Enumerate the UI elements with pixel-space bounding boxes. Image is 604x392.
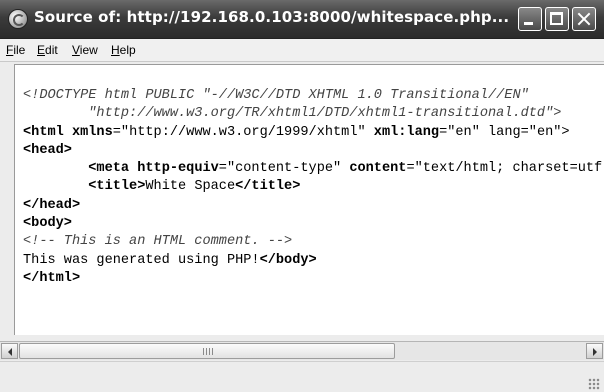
status-bar <box>0 361 604 392</box>
maximize-button[interactable] <box>545 7 569 31</box>
menu-bar: File Edit View Help <box>0 39 604 62</box>
menu-help[interactable]: Help <box>111 43 136 57</box>
menu-edit[interactable]: Edit <box>37 43 58 57</box>
scrollbar-thumb[interactable] <box>19 343 395 359</box>
close-button[interactable] <box>572 7 596 31</box>
window-title: Source of: http://192.168.0.103:8000/whi… <box>34 8 510 26</box>
source-view[interactable]: <!DOCTYPE html PUBLIC "-//W3C//DTD XHTML… <box>14 64 604 335</box>
code-line-comment: <!-- This is an HTML comment. --> <box>23 234 293 250</box>
code-line-head-open: <head> <box>23 142 72 158</box>
code-line-head-close: </head> <box>23 197 81 213</box>
code-line-body-open: <body> <box>23 216 72 232</box>
source-code: <!DOCTYPE html PUBLIC "-//W3C//DTD XHTML… <box>23 87 604 288</box>
grip-icon <box>203 348 213 355</box>
code-line-doctype: <!DOCTYPE html PUBLIC "-//W3C//DTD XHTML… <box>23 88 529 103</box>
code-line-dtd: "http://www.w3.org/TR/xhtml1/DTD/xhtml1-… <box>23 106 562 122</box>
scroll-right-icon[interactable] <box>586 343 603 359</box>
code-line-html-close: </html> <box>23 270 81 286</box>
menu-file[interactable]: File <box>6 43 25 57</box>
code-line-title: <title>White Space</title> <box>88 179 301 195</box>
horizontal-scrollbar[interactable] <box>0 341 604 360</box>
scroll-left-icon[interactable] <box>1 343 18 359</box>
resize-grip-icon[interactable] <box>588 378 600 390</box>
minimize-button[interactable] <box>518 7 542 31</box>
code-line-body-text: This was generated using PHP!</body> <box>23 252 317 268</box>
browser-icon <box>8 9 28 29</box>
code-line-html-open: <html xmlns="http://www.w3.org/1999/xhtm… <box>23 124 570 140</box>
view-source-window: Source of: http://192.168.0.103:8000/whi… <box>0 0 604 392</box>
code-line-meta: <meta http-equiv="content-type" content=… <box>88 161 604 177</box>
title-bar[interactable]: Source of: http://192.168.0.103:8000/whi… <box>0 0 604 39</box>
menu-view[interactable]: View <box>72 43 98 57</box>
